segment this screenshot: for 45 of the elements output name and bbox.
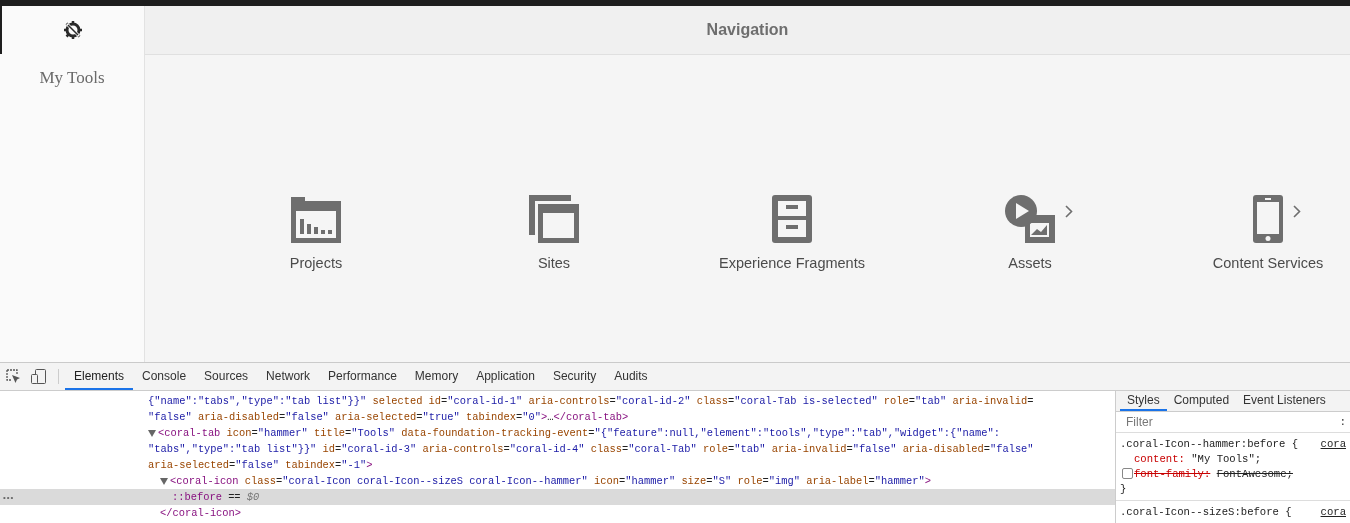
- crossed-gear-icon: [64, 21, 82, 39]
- panel-tab[interactable]: Sources: [195, 363, 258, 390]
- css-declaration: font-family: FontAwesome;: [1134, 467, 1293, 480]
- css-selector: .coral-Icon--hammer:before {: [1120, 437, 1299, 450]
- source-link[interactable]: cora: [1320, 437, 1346, 450]
- code-line: ::before == $0: [172, 491, 260, 503]
- code-line: <coral-tab icon="hammer" title="Tools" data-foundation-tracking-event="{"feature":null,"element":"tools","type":"tab","widget":{"name":: [158, 427, 1000, 439]
- code-line: "false" aria-disabled="false" aria-selected="true" tabindex="0">…</coral-tab>: [148, 411, 629, 423]
- panel-tab[interactable]: Computed: [1166, 391, 1237, 411]
- code-line: <coral-icon class="coral-Icon coral-Icon--sizeS coral-Icon--hammer" icon="hammer" size="S" role="img" aria-label="hammer">: [170, 475, 931, 487]
- panel-tab[interactable]: Network: [257, 363, 320, 390]
- nav-tile[interactable]: Content Services: [1149, 193, 1350, 271]
- panel-tab[interactable]: Console: [133, 363, 196, 390]
- nav-tile[interactable]: Sites: [435, 193, 673, 271]
- css-selector: .coral-Icon--sizeS:before {: [1120, 505, 1293, 518]
- panel-tab[interactable]: Security: [543, 363, 606, 390]
- panel-tab[interactable]: Audits: [605, 363, 657, 390]
- cabinet-icon: [772, 195, 812, 243]
- media-icon: [1005, 195, 1055, 243]
- code-line: {"name":"tabs","type":"tab list"}}" selected id="coral-id-1" aria-controls="coral-id-2" class="coral-Tab is-selected" role="tab" aria-invalid=: [148, 395, 1034, 407]
- phone-icon: [1253, 195, 1283, 243]
- more-icon[interactable]: •••: [2, 492, 14, 502]
- code-line: </coral-icon>: [160, 507, 242, 519]
- expand-arrow-icon[interactable]: [160, 477, 170, 485]
- expand-arrow-icon[interactable]: [148, 429, 158, 437]
- panel-tab[interactable]: Performance: [319, 363, 406, 390]
- device-icon[interactable]: [31, 369, 47, 384]
- panel-tab[interactable]: Elements: [65, 363, 134, 390]
- inspect-icon[interactable]: [5, 369, 21, 384]
- css-declaration: content: "My Tools";: [1134, 452, 1262, 465]
- nav-tile[interactable]: Experience Fragments: [673, 193, 911, 271]
- panel-tab[interactable]: Application: [467, 363, 544, 390]
- nav-tile[interactable]: Projects: [197, 193, 435, 271]
- code-line: aria-selected="false" tabindex="-1">: [148, 459, 373, 471]
- panel-tab[interactable]: Memory: [405, 363, 468, 390]
- code-line: "tabs","type":"tab list"}}" id="coral-id-3" aria-controls="coral-id-4" class="coral-Tab" role="tab" aria-invalid="false" aria-disabled="false": [148, 443, 1034, 455]
- state-toggle[interactable]: :: [1339, 416, 1346, 428]
- page-title: Navigation: [706, 21, 789, 39]
- source-link[interactable]: cora: [1320, 505, 1346, 518]
- closing-brace: }: [1120, 482, 1128, 495]
- chart-folder-icon: [291, 197, 341, 243]
- nav-tile[interactable]: Assets: [911, 193, 1149, 271]
- checkbox[interactable]: [1122, 468, 1133, 479]
- windows-icon: [529, 195, 579, 243]
- panel-tab[interactable]: Event Listeners: [1236, 391, 1333, 411]
